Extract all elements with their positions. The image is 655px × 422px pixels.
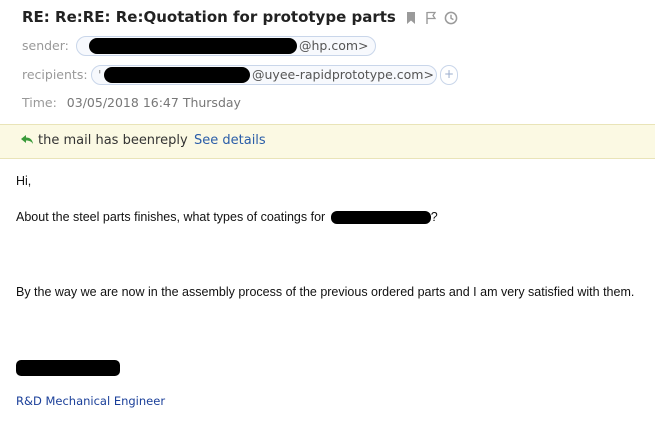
see-details-link[interactable]: See details xyxy=(194,133,266,148)
message-line-1-end: ? xyxy=(430,210,438,224)
flag-icon[interactable] xyxy=(424,10,438,24)
sender-label: sender: xyxy=(22,38,69,53)
message-line-1-text: About the steel parts finishes, what typ… xyxy=(16,210,326,224)
recipient-domain: @uyee-rapidprototype.com> xyxy=(252,67,434,82)
recipient-address[interactable]: ' @uyee-rapidprototype.com> xyxy=(91,65,437,85)
add-recipient-button[interactable]: + xyxy=(440,65,458,85)
clock-icon[interactable] xyxy=(444,10,458,25)
email-subject: RE: Re:RE: Re:Quotation for prototype pa… xyxy=(22,8,396,26)
email-header: RE: Re:RE: Re:Quotation for prototype pa… xyxy=(0,0,655,124)
signature-name-redaction xyxy=(16,360,120,376)
recipient-redaction xyxy=(104,67,250,83)
recipients-label: recipients: xyxy=(22,67,88,82)
time-label: Time: xyxy=(22,95,57,110)
signature-title: R&D Mechanical Engineer xyxy=(16,394,166,408)
message-line-2: By the way we are now in the assembly pr… xyxy=(16,285,635,299)
bookmark-icon[interactable] xyxy=(404,10,418,24)
sender-redaction xyxy=(89,38,297,54)
recipient-prefix: ' xyxy=(98,67,102,82)
reply-notice: the mail has beenreply See details xyxy=(0,124,655,159)
greeting: Hi, xyxy=(16,174,32,188)
reply-arrow-icon xyxy=(20,134,34,150)
subject-actions xyxy=(404,10,458,25)
reply-notice-text: the mail has beenreply xyxy=(38,133,188,148)
line-1-redaction xyxy=(330,211,431,225)
recipients-row: recipients: xyxy=(22,67,88,82)
message-line-1: About the steel parts finishes, what typ… xyxy=(16,210,438,225)
time-row: Time: 03/05/2018 16:47 Thursday xyxy=(22,95,241,110)
sender-row: sender: xyxy=(22,38,69,53)
sender-domain: @hp.com> xyxy=(299,38,369,53)
time-value: 03/05/2018 16:47 Thursday xyxy=(66,95,241,110)
sender-address[interactable]: @hp.com> xyxy=(76,36,376,56)
